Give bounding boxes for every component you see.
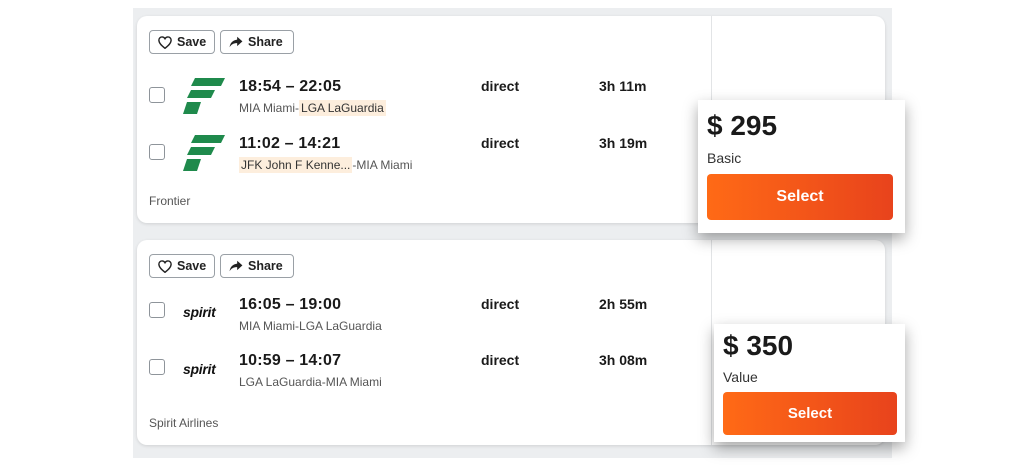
leg-checkbox[interactable]: [149, 144, 165, 160]
save-label: Save: [177, 35, 207, 49]
route-origin: JFK John F Kenne...: [239, 157, 353, 173]
flight-times: 18:54 – 22:05: [239, 78, 342, 95]
flight-leg: spirit 16:05 – 19:00 MIA Miami-LGA LaGua…: [137, 296, 711, 342]
route-destination: MIA Miami: [356, 158, 413, 172]
spirit-logo: spirit: [183, 361, 216, 377]
flight-route: MIA Miami-LGA LaGuardia: [239, 100, 386, 116]
route-destination: MIA Miami: [325, 375, 382, 389]
flight-duration: 3h 11m: [599, 78, 647, 94]
flight-duration: 3h 19m: [599, 135, 648, 151]
flight-duration: 3h 08m: [599, 352, 648, 368]
price-panel: $ 350 Value Select: [714, 324, 905, 442]
card-divider: [711, 240, 712, 445]
route-origin: LGA LaGuardia: [239, 375, 322, 389]
share-label: Share: [248, 259, 283, 273]
flight-route: LGA LaGuardia-MIA Miami: [239, 375, 382, 389]
flight-times: 11:02 – 14:21: [239, 135, 341, 152]
flight-leg: spirit 10:59 – 14:07 LGA LaGuardia-MIA M…: [137, 352, 711, 398]
price-amount: $ 350: [723, 330, 794, 361]
save-button[interactable]: Save: [149, 30, 215, 54]
flight-route: JFK John F Kenne... -MIA Miami: [239, 157, 413, 173]
frontier-logo: [183, 135, 225, 176]
share-arrow-icon: [229, 36, 243, 48]
airline-name: Frontier: [149, 194, 191, 208]
share-arrow-icon: [229, 260, 243, 272]
flight-leg: 11:02 – 14:21 JFK John F Kenne... -MIA Mi…: [137, 135, 711, 181]
route-destination: LGA LaGuardia: [299, 100, 386, 116]
share-button[interactable]: Share: [220, 30, 294, 54]
fare-type: Basic: [707, 150, 742, 166]
leg-checkbox[interactable]: [149, 87, 165, 103]
flight-leg: 18:54 – 22:05 MIA Miami- LGA LaGuardia di…: [137, 78, 711, 124]
price-panel: $ 295 Basic Select: [698, 100, 905, 233]
flight-stops: direct: [481, 296, 520, 312]
share-label: Share: [248, 35, 283, 49]
flight-duration: 2h 55m: [599, 296, 648, 312]
airline-name: Spirit Airlines: [149, 416, 219, 430]
flight-stops: direct: [481, 135, 520, 151]
fare-type: Value: [723, 369, 758, 385]
flight-times: 16:05 – 19:00: [239, 296, 342, 313]
share-button[interactable]: Share: [220, 254, 294, 278]
frontier-logo: [183, 78, 225, 119]
leg-checkbox[interactable]: [149, 359, 165, 375]
heart-icon: [158, 259, 172, 273]
save-label: Save: [177, 259, 207, 273]
flight-route: MIA Miami-LGA LaGuardia: [239, 319, 382, 333]
save-button[interactable]: Save: [149, 254, 215, 278]
spirit-logo: spirit: [183, 304, 216, 320]
leg-checkbox[interactable]: [149, 302, 165, 318]
heart-icon: [158, 35, 172, 49]
price-amount: $ 295: [707, 110, 778, 141]
route-origin: MIA Miami: [239, 319, 296, 333]
flight-times: 10:59 – 14:07: [239, 352, 342, 369]
route-destination: LGA LaGuardia: [299, 319, 382, 333]
flight-stops: direct: [481, 352, 520, 368]
flight-stops: direct: [481, 78, 520, 94]
route-origin: MIA Miami: [239, 101, 296, 115]
select-button[interactable]: Select: [723, 392, 897, 435]
select-button[interactable]: Select: [707, 174, 893, 220]
